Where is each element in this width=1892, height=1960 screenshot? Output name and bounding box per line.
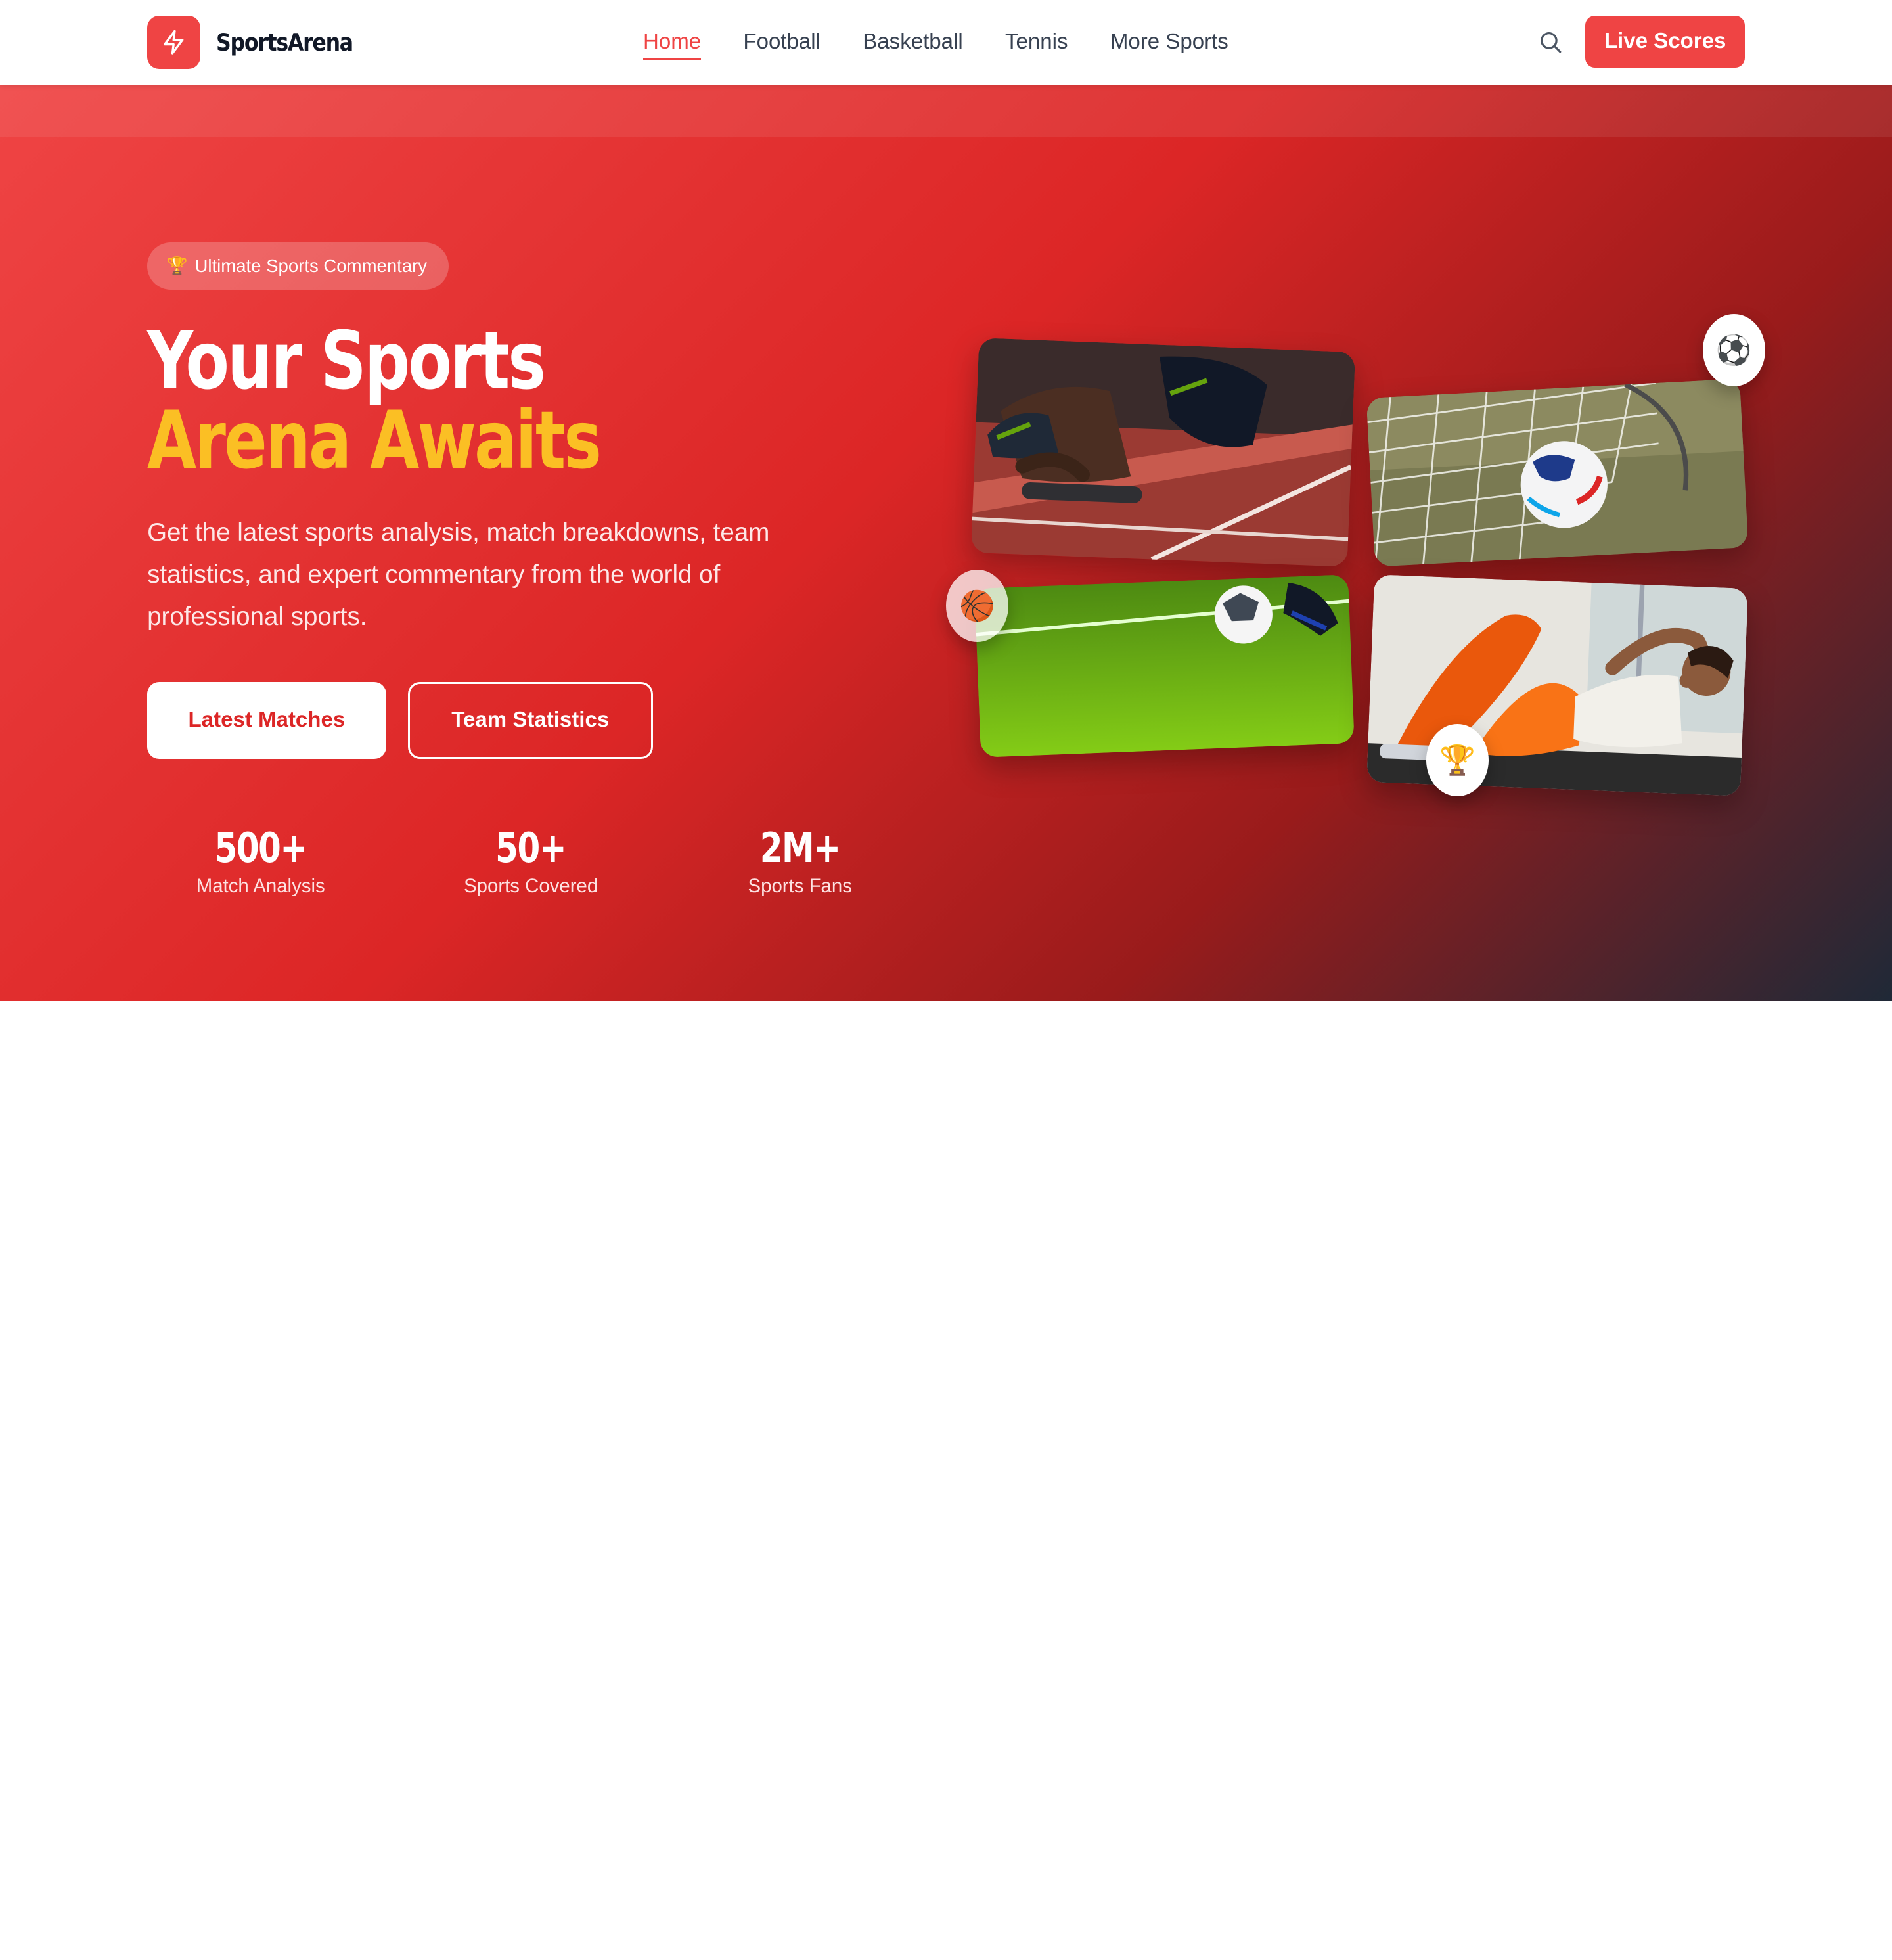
hero-title: Your Sports Arena Awaits: [147, 321, 688, 480]
stat-sports-covered: 50+ Sports Covered: [410, 824, 651, 897]
hero-title-line1: Your Sports: [147, 313, 546, 407]
brand-name: SportsArena: [215, 28, 353, 57]
trophy-icon: 🏆: [166, 256, 188, 275]
hero-top-band: [0, 84, 1892, 138]
stat-label: Sports Covered: [464, 875, 598, 897]
soccer-ball-in-goal-net-image: [1366, 378, 1749, 568]
nav-football[interactable]: Football: [743, 0, 821, 85]
stat-value: 500+: [214, 824, 308, 873]
hero-title-line2: Arena Awaits: [147, 393, 602, 487]
site-header: SportsArena Home Football Basketball Ten…: [0, 0, 1892, 85]
hero-description: Get the latest sports analysis, match br…: [147, 518, 770, 631]
stat-value: 50+: [495, 824, 567, 873]
nav-more-sports[interactable]: More Sports: [1110, 0, 1228, 85]
sprinter-starting-blocks-image: [970, 338, 1356, 568]
hero-badge-label: Ultimate Sports Commentary: [194, 255, 428, 276]
stat-value: 2M+: [759, 824, 841, 873]
stat-sports-fans: 2M+ Sports Fans: [679, 824, 920, 897]
content-below-hero: [0, 1001, 1892, 1067]
stat-label: Sports Fans: [748, 875, 852, 897]
main-nav: Home Football Basketball Tennis More Spo…: [642, 0, 1228, 85]
brand-logo[interactable]: SportsArena: [147, 15, 374, 69]
trophy-icon: 🏆: [1426, 724, 1489, 797]
nav-home[interactable]: Home: [642, 0, 701, 85]
stat-label: Match Analysis: [196, 875, 325, 897]
live-scores-button[interactable]: Live Scores: [1585, 15, 1745, 68]
latest-matches-button[interactable]: Latest Matches: [147, 681, 386, 760]
nav-tennis[interactable]: Tennis: [1005, 0, 1068, 85]
soccer-ball-icon: ⚽: [1702, 313, 1766, 386]
lightning-bolt-icon: [147, 15, 200, 69]
page: SportsArena Home Football Basketball Ten…: [0, 0, 1892, 1067]
nav-basketball[interactable]: Basketball: [863, 0, 962, 85]
search-icon[interactable]: [1535, 26, 1566, 58]
soccer-ball-on-grass-image: [974, 574, 1355, 758]
basketball-icon: 🏀: [945, 569, 1009, 643]
hero-badge: 🏆 Ultimate Sports Commentary: [147, 242, 449, 290]
woman-doing-situps-image: [1366, 574, 1749, 796]
hero-section: 🏆 Ultimate Sports Commentary Your Sports…: [0, 84, 1892, 1002]
team-statistics-button[interactable]: Team Statistics: [407, 681, 653, 760]
stat-match-analysis: 500+ Match Analysis: [140, 824, 381, 897]
